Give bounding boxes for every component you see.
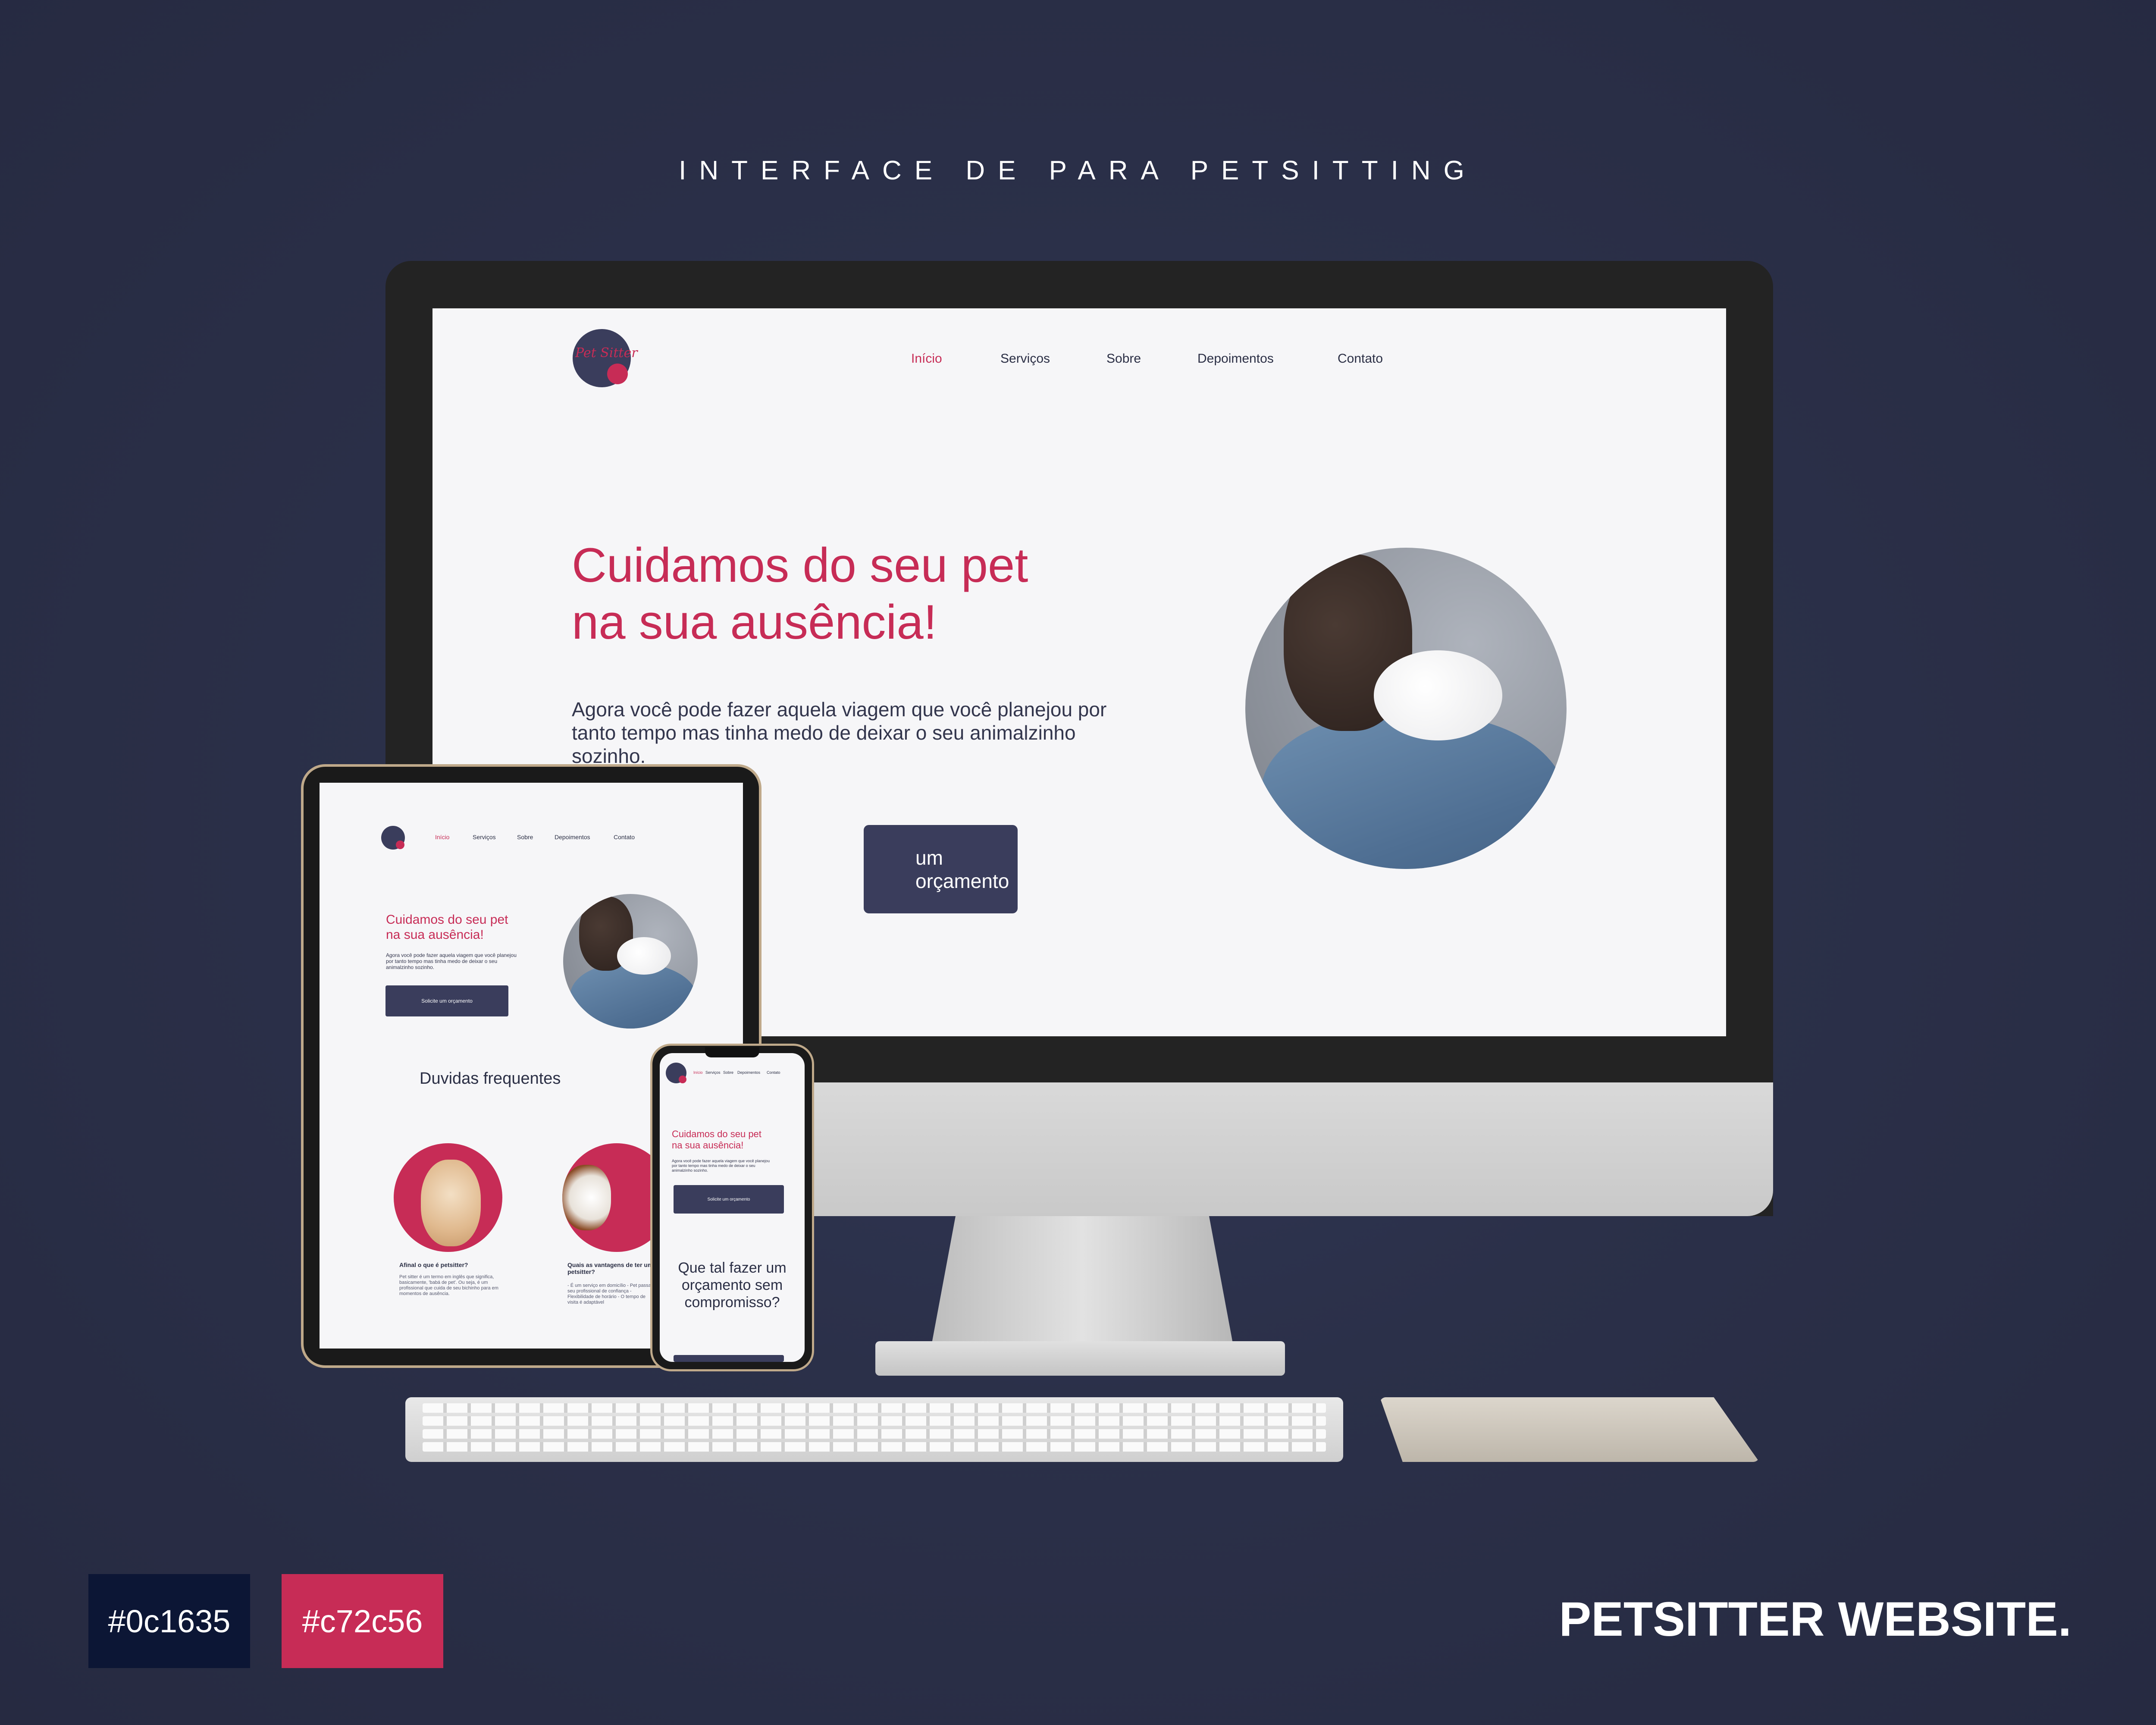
faq-question-2: Quais as vantagens de ter um petsitter?: [567, 1261, 653, 1275]
phone-logo-dot: [679, 1076, 686, 1083]
tablet-logo[interactable]: [381, 826, 405, 850]
faq-answer-2: - É um serviço em domicílio - Pet passa …: [567, 1283, 651, 1305]
tablet-hero-line2: na sua ausência!: [386, 928, 484, 942]
tablet-nav-servicos[interactable]: Serviços: [473, 834, 496, 841]
tablet-nav-sobre[interactable]: Sobre: [517, 834, 533, 841]
phone-hero-line2: na sua ausência!: [672, 1139, 744, 1151]
phone-nav-servicos[interactable]: Serviços: [705, 1070, 721, 1075]
nav-item-sobre[interactable]: Sobre: [1106, 351, 1141, 366]
dog-shape: [562, 1165, 611, 1230]
keyboard: [405, 1397, 1343, 1462]
phone-logo[interactable]: [666, 1063, 686, 1083]
phone-screen: Início Serviços Sobre Depoimentos Contat…: [660, 1053, 805, 1362]
nav-item-servicos[interactable]: Serviços: [1000, 351, 1050, 366]
photo-cat: [1374, 650, 1502, 740]
nav-item-depoimentos[interactable]: Depoimentos: [1197, 351, 1274, 366]
faq-cat-photo: [394, 1143, 502, 1252]
brand-title: PETSITTER WEBSITE.: [1559, 1592, 2071, 1646]
tablet-nav-contato[interactable]: Contato: [614, 834, 635, 841]
page-headline: INTERFACE DE PARA PETSITTING: [679, 156, 1477, 185]
tablet-photo-cat: [617, 937, 671, 975]
phone-nav-sobre[interactable]: Sobre: [723, 1070, 733, 1075]
phone-nav-depoimentos[interactable]: Depoimentos: [737, 1070, 760, 1075]
swatch-pink-label: #c72c56: [302, 1603, 423, 1639]
phone-hero-title: Cuidamos do seu pet na sua ausência!: [672, 1129, 761, 1151]
faq-title: Duvidas frequentes: [420, 1070, 561, 1088]
logo-dot: [607, 364, 628, 384]
tablet-hero-photo: [563, 894, 698, 1029]
quote-button-label: um orçamento: [915, 846, 1009, 892]
tablet-photo-jacket: [570, 964, 698, 1029]
tablet-nav-depoimentos[interactable]: Depoimentos: [555, 834, 590, 841]
phone-hero-text: Agora você pode fazer aquela viagem que …: [672, 1159, 770, 1173]
nav-item-contato[interactable]: Contato: [1338, 351, 1383, 366]
trackpad: [1380, 1397, 1759, 1462]
phone-question: Que tal fazer um orçamento sem compromis…: [678, 1260, 787, 1311]
phone-bottom-button[interactable]: [674, 1355, 784, 1362]
tablet-hero-text: Agora você pode fazer aquela viagem que …: [386, 952, 517, 970]
photo-jacket: [1261, 715, 1567, 869]
tablet-nav-inicio[interactable]: Início: [435, 834, 449, 841]
faq-question-1: Afinal o que é petsitter?: [399, 1261, 468, 1268]
tablet-logo-dot: [396, 841, 404, 849]
keyboard-row-4: [423, 1442, 1326, 1452]
cat-shape: [421, 1159, 481, 1247]
phone-nav-inicio[interactable]: Início: [693, 1070, 703, 1075]
keyboard-row-2: [423, 1416, 1326, 1426]
quote-button[interactable]: um orçamento: [864, 825, 1018, 913]
imac-foot: [875, 1341, 1285, 1376]
logo[interactable]: Pet Sitter: [573, 329, 638, 387]
hero-title: Cuidamos do seu pet na sua ausência!: [572, 537, 1028, 651]
tablet-quote-button[interactable]: Solicite um orçamento: [385, 985, 508, 1016]
tablet-hero-line1: Cuidamos do seu pet: [386, 913, 508, 927]
phone-hero-line1: Cuidamos do seu pet: [672, 1129, 761, 1139]
hero-photo: [1245, 548, 1567, 869]
tablet-hero-title: Cuidamos do seu pet na sua ausência!: [386, 912, 508, 943]
swatch-navy-label: #0c1635: [108, 1603, 231, 1639]
hero-title-line2: na sua ausência!: [572, 595, 937, 649]
logo-text: Pet Sitter: [575, 345, 638, 361]
imac-stand: [931, 1216, 1233, 1346]
keyboard-row-3: [423, 1429, 1326, 1439]
nav-item-inicio[interactable]: Início: [911, 351, 942, 366]
hero-text: Agora você pode fazer aquela viagem que …: [572, 698, 1107, 767]
swatch-pink: #c72c56: [282, 1574, 443, 1668]
phone-quote-button[interactable]: Solicite um orçamento: [674, 1185, 784, 1214]
keyboard-row-1: [423, 1403, 1326, 1413]
phone-nav-contato[interactable]: Contato: [767, 1070, 780, 1075]
swatch-navy: #0c1635: [88, 1574, 250, 1668]
hero-title-line1: Cuidamos do seu pet: [572, 538, 1028, 592]
faq-answer-1: Pet sitter é um termo em inglês que sign…: [399, 1274, 498, 1296]
phone-notch: [705, 1047, 759, 1057]
